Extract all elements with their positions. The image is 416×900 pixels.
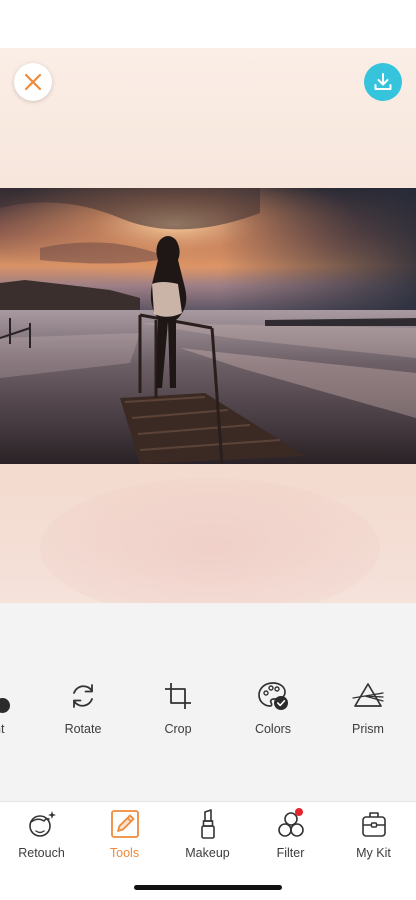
tool-strip: nt Rotate Crop Colors: [0, 603, 416, 801]
tab-label-filter: Filter: [276, 846, 305, 860]
tab-filter[interactable]: Filter: [249, 802, 332, 872]
tab-label-retouch: Retouch: [18, 846, 65, 860]
tab-tools[interactable]: Tools: [83, 802, 166, 872]
tab-retouch[interactable]: Retouch: [0, 802, 83, 872]
rotate-icon: [73, 684, 93, 708]
tool-colors[interactable]: Colors: [233, 673, 313, 743]
home-indicator: [134, 885, 282, 890]
tool-label-rotate: Rotate: [64, 722, 102, 736]
download-button[interactable]: [364, 63, 402, 101]
edited-photo[interactable]: [0, 188, 416, 464]
tab-label-tools: Tools: [109, 846, 140, 860]
tool-prism[interactable]: Prism: [328, 673, 408, 743]
check-badge-icon: [0, 698, 10, 713]
tool-label-crop: Crop: [164, 722, 192, 736]
prism-icon: [352, 683, 384, 707]
pencil-icon: [110, 810, 139, 838]
tab-label-my-kit: My Kit: [356, 846, 391, 860]
lipstick-icon: [200, 809, 215, 839]
tool-item-partial[interactable]: nt: [0, 673, 20, 743]
tab-label-makeup: Makeup: [185, 846, 230, 860]
tool-crop[interactable]: Crop: [138, 673, 218, 743]
notification-dot: [295, 808, 303, 816]
tool-label-colors: Colors: [254, 722, 292, 736]
kit-bag-icon: [361, 812, 386, 837]
tool-label-partial: nt: [0, 722, 5, 736]
download-icon: [374, 73, 392, 90]
close-icon: [24, 73, 42, 91]
tool-label-prism: Prism: [352, 722, 384, 736]
photo-image: [0, 188, 416, 464]
tab-makeup[interactable]: Makeup: [166, 802, 249, 872]
background-blur: [40, 478, 380, 603]
crop-icon: [165, 683, 191, 709]
face-sparkle-icon: [28, 811, 56, 837]
tab-my-kit[interactable]: My Kit: [332, 802, 415, 872]
close-button[interactable]: [14, 63, 52, 101]
palette-icon: [258, 682, 288, 710]
status-bar: [0, 0, 416, 48]
tool-rotate[interactable]: Rotate: [43, 673, 123, 743]
